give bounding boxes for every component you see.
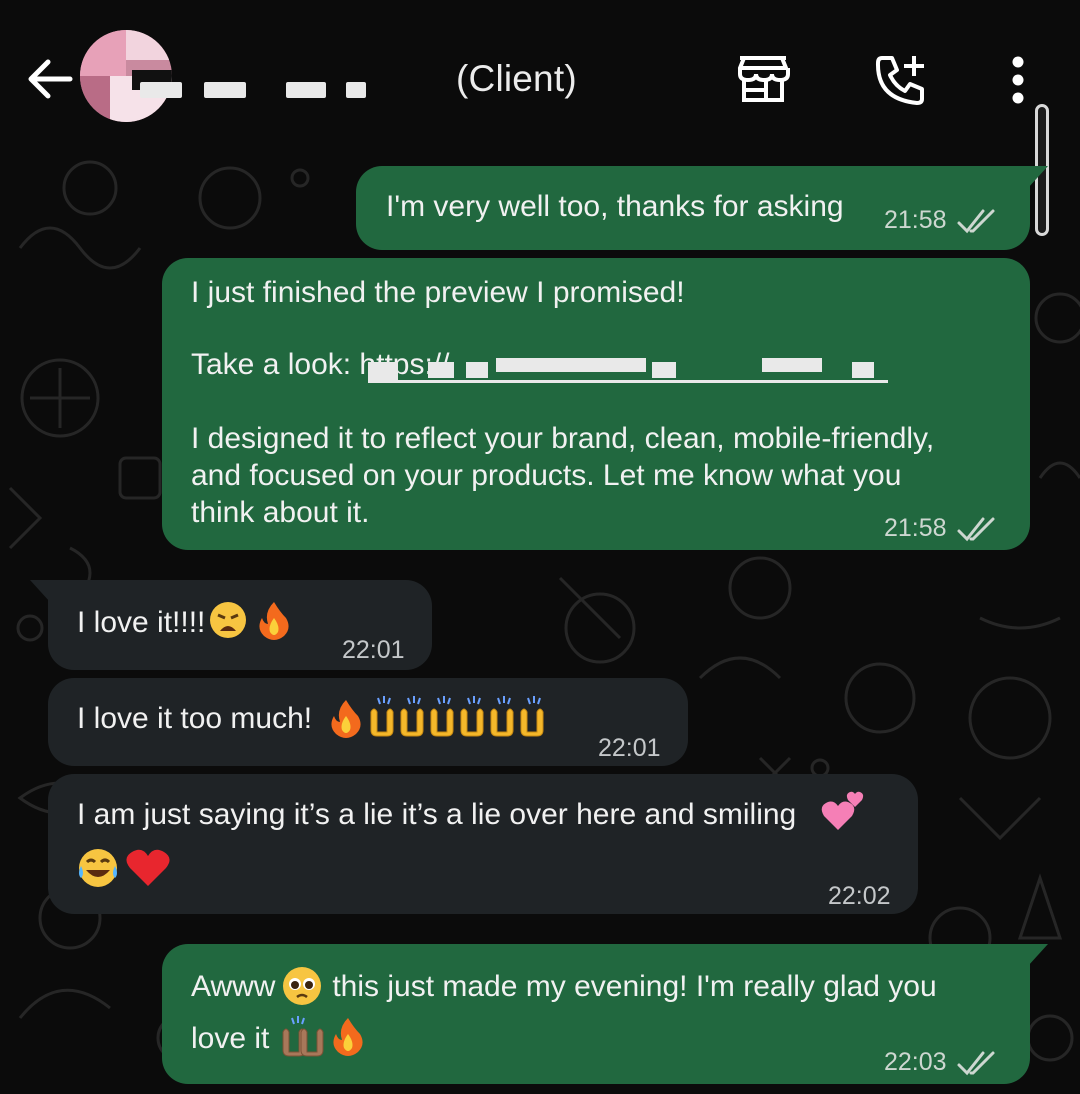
fire-emoji-icon xyxy=(331,700,361,738)
message-text-line: I just finished the preview I promised! xyxy=(191,276,685,309)
back-arrow-icon[interactable] xyxy=(22,52,76,106)
read-ticks-icon xyxy=(957,209,995,233)
message-text: I love it!!!! xyxy=(77,606,206,639)
message-meta: 22:03 xyxy=(884,1044,999,1081)
message-time: 21:58 xyxy=(884,514,947,542)
weary-face-emoji-icon xyxy=(210,602,246,638)
message-bubble-outgoing[interactable]: Awww this just made my evening! I'm real… xyxy=(162,944,1048,1084)
message-time: 22:01 xyxy=(598,734,661,762)
message-meta: 22:02 xyxy=(828,878,891,915)
message-text-line: I designed it to reflect your brand, cle… xyxy=(191,422,935,455)
chat-screen: (Client) I'm very well too, thanks for a… xyxy=(0,0,1080,1094)
tears-of-joy-emoji-icon xyxy=(79,849,117,887)
message-text: I love it too much! xyxy=(77,702,313,735)
chat-header: (Client) xyxy=(0,0,1080,158)
message-text-line: think about it. xyxy=(191,496,370,529)
message-meta: 21:58 xyxy=(884,202,999,239)
bubble-tail xyxy=(1028,944,1048,966)
message-time: 22:01 xyxy=(342,636,405,664)
store-icon[interactable] xyxy=(736,54,790,104)
raising-hands-emoji-row-icon xyxy=(370,696,544,737)
message-bubble-outgoing[interactable]: I'm very well too, thanks for asking 21:… xyxy=(356,166,1048,250)
message-bubble-outgoing[interactable]: I just finished the preview I promised! … xyxy=(162,258,1030,550)
pleading-face-emoji-icon xyxy=(283,967,321,1005)
message-text-line: this just made my evening! I'm really gl… xyxy=(324,970,937,1003)
message-meta: 21:58 xyxy=(884,510,999,547)
message-time: 22:02 xyxy=(828,882,891,910)
message-time: 22:03 xyxy=(884,1048,947,1076)
message-link-line[interactable]: Take a look: https:// xyxy=(191,346,449,383)
message-text-line: love it xyxy=(191,1022,270,1055)
read-ticks-icon xyxy=(957,517,995,541)
read-ticks-icon xyxy=(957,1051,995,1075)
red-heart-emoji-icon xyxy=(126,849,170,886)
message-bubble-incoming[interactable]: I am just saying it’s a lie it’s a lie o… xyxy=(48,774,918,914)
more-vert-icon[interactable] xyxy=(1008,56,1028,106)
bubble-tail xyxy=(30,580,50,602)
bubble-tail xyxy=(1028,166,1048,188)
contact-label[interactable]: (Client) xyxy=(456,58,577,100)
message-text: I am just saying it’s a lie it’s a lie o… xyxy=(77,798,797,831)
fire-emoji-icon xyxy=(333,1018,363,1056)
fire-emoji-icon xyxy=(259,602,289,640)
message-meta: 22:01 xyxy=(598,730,661,767)
message-text-line: and focused on your products. Let me kno… xyxy=(191,459,902,492)
add-call-icon[interactable] xyxy=(872,52,928,108)
message-time: 21:58 xyxy=(884,206,947,234)
message-bubble-incoming[interactable]: I love it too much! 22:01 xyxy=(48,678,688,766)
message-meta: 22:01 xyxy=(342,632,405,669)
message-text: I'm very well too, thanks for asking xyxy=(386,190,844,223)
message-text-line: Awww xyxy=(191,970,276,1003)
message-bubble-incoming[interactable]: I love it!!!! 22:01 xyxy=(30,580,432,670)
two-hearts-emoji-icon xyxy=(821,791,864,830)
raising-hands-emoji-icon xyxy=(282,1016,324,1057)
contact-avatar[interactable] xyxy=(80,30,172,122)
